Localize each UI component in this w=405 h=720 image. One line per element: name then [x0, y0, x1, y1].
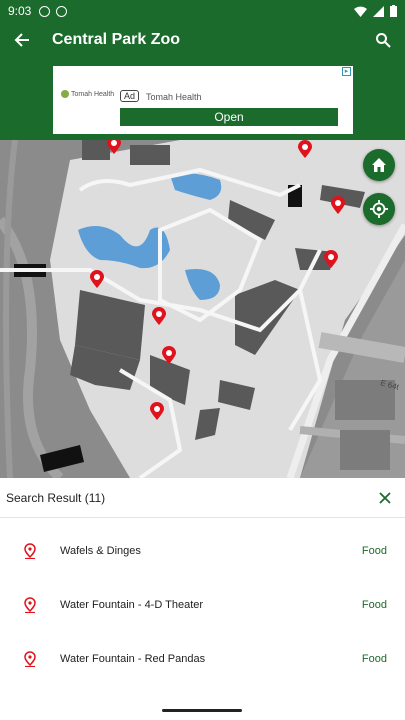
map-pin-icon[interactable]: [162, 346, 176, 364]
advertiser-name: Tomah Health: [146, 92, 202, 102]
close-icon: [379, 491, 391, 504]
gate: [40, 445, 84, 472]
ad-badge: Ad: [120, 90, 140, 102]
search-button[interactable]: [361, 22, 405, 58]
wifi-icon: [354, 6, 367, 17]
map-pin-icon[interactable]: [150, 402, 164, 420]
status-bar: 9:03: [0, 0, 405, 22]
result-item[interactable]: Water Fountain - Red Pandas Food: [0, 632, 405, 686]
search-results-sheet: Search Result (11) Wafels & Dinges Food …: [0, 478, 405, 720]
page-title: Central Park Zoo: [52, 31, 181, 48]
search-icon: [376, 33, 391, 48]
map-pin-icon[interactable]: [152, 307, 166, 325]
map-pin-icon[interactable]: [324, 250, 338, 268]
app-bar: Central Park Zoo: [0, 22, 405, 58]
my-location-button[interactable]: [363, 193, 395, 225]
advertiser-logo: Tomah Health: [61, 90, 114, 98]
logo-mark-icon: [61, 90, 69, 98]
result-category: Food: [361, 599, 387, 611]
map-pin-icon[interactable]: [298, 140, 312, 158]
city-block: [340, 430, 390, 470]
crosshair-icon: [370, 200, 388, 218]
close-button[interactable]: [371, 484, 399, 512]
notification-icon: [39, 5, 51, 17]
home-icon: [372, 158, 386, 172]
location-pin-icon: [24, 597, 36, 613]
map-canvas: E 64t: [0, 140, 405, 478]
ad-open-button[interactable]: Open: [120, 108, 338, 126]
signal-icon: [373, 5, 384, 17]
map-pin-icon[interactable]: [107, 140, 121, 154]
result-item[interactable]: Wafels & Dinges Food: [0, 524, 405, 578]
zoo-map[interactable]: E 64t: [0, 140, 405, 478]
results-title: Search Result (11): [6, 490, 106, 505]
sheet-header: Search Result (11): [0, 478, 405, 518]
result-item[interactable]: Water Fountain - 4-D Theater Food: [0, 578, 405, 632]
building: [130, 145, 170, 165]
app-notification-icon: [56, 5, 68, 17]
map-pin-icon[interactable]: [331, 196, 345, 214]
back-button[interactable]: [0, 22, 44, 58]
result-name: Water Fountain - 4-D Theater: [60, 599, 204, 611]
clock: 9:03: [8, 4, 32, 18]
building: [82, 140, 110, 160]
gesture-nav-handle[interactable]: [162, 709, 242, 712]
map-pin-icon[interactable]: [90, 270, 104, 288]
result-category: Food: [361, 545, 387, 557]
street-curve-west-2: [3, 140, 18, 478]
home-button[interactable]: [363, 149, 395, 181]
ad-band: ▸ Tomah Health Ad Tomah Health Open: [0, 58, 405, 140]
arrow-left-icon: [14, 33, 29, 47]
ad-banner[interactable]: ▸ Tomah Health Ad Tomah Health Open: [53, 66, 353, 134]
location-pin-icon: [24, 543, 36, 559]
location-pin-icon: [24, 651, 36, 667]
battery-icon: [390, 5, 397, 17]
ad-choices-icon[interactable]: ▸: [342, 67, 351, 76]
result-category: Food: [361, 653, 387, 665]
result-name: Wafels & Dinges: [60, 545, 141, 557]
result-name: Water Fountain - Red Pandas: [60, 653, 206, 665]
